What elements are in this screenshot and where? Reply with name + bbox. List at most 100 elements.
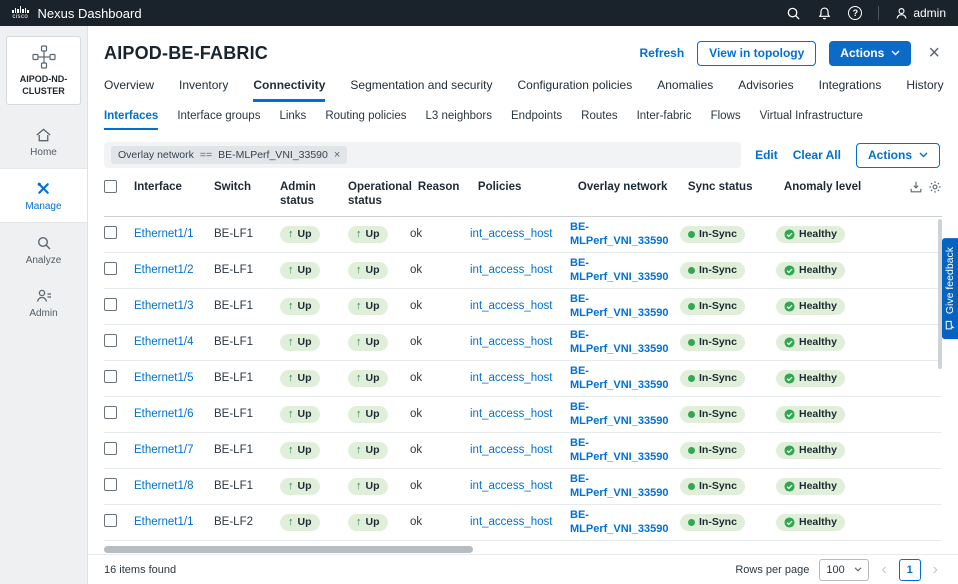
clear-all-link[interactable]: Clear All [793,148,841,162]
tab-inventory[interactable]: Inventory [179,78,228,102]
policy-link[interactable]: int_access_host [470,264,552,276]
subtab-l3-neighbors[interactable]: L3 neighbors [426,110,493,130]
tab-history[interactable]: History [906,78,943,102]
horizontal-scrollbar[interactable] [104,546,473,553]
interface-link[interactable]: Ethernet1/6 [134,408,193,420]
reason-cell: ok [410,264,470,276]
subtab-routing-policies[interactable]: Routing policies [325,110,406,130]
overlay-network-link[interactable]: BE-MLPerf_VNI_33590 [570,328,680,357]
page-number-button[interactable]: 1 [899,559,921,581]
give-feedback-button[interactable]: Give feedback [942,238,958,339]
column-header-anomaly-level[interactable]: Anomaly level [784,180,908,194]
filter-input[interactable]: Overlay network == BE-MLPerf_VNI_33590 × [104,142,741,168]
sidebar-item-home[interactable]: Home [0,115,87,168]
policy-link[interactable]: int_access_host [470,408,552,420]
notifications-bell-icon[interactable] [817,6,832,21]
column-header-reason[interactable]: Reason [418,180,478,194]
select-all-checkbox[interactable] [104,180,117,193]
policy-link[interactable]: int_access_host [470,372,552,384]
overlay-network-link[interactable]: BE-MLPerf_VNI_33590 [570,436,680,465]
policy-link[interactable]: int_access_host [470,444,552,456]
cluster-selector[interactable]: AIPOD-ND-CLUSTER [6,36,81,105]
overlay-network-link[interactable]: BE-MLPerf_VNI_33590 [570,508,680,537]
tab-integrations[interactable]: Integrations [819,78,882,102]
overlay-network-link[interactable]: BE-MLPerf_VNI_33590 [570,256,680,285]
edit-filter-link[interactable]: Edit [755,148,778,162]
subtab-inter-fabric[interactable]: Inter-fabric [637,110,692,130]
policy-link[interactable]: int_access_host [470,336,552,348]
column-header-sync-status[interactable]: Sync status [688,180,784,194]
row-checkbox[interactable] [104,226,117,239]
row-checkbox[interactable] [104,478,117,491]
overlay-network-link[interactable]: BE-MLPerf_VNI_33590 [570,364,680,393]
subtab-endpoints[interactable]: Endpoints [511,110,562,130]
subtab-routes[interactable]: Routes [581,110,617,130]
subtab-flows[interactable]: Flows [711,110,741,130]
overlay-network-link[interactable]: BE-MLPerf_VNI_33590 [570,220,680,249]
up-arrow-icon: ↑ [356,337,362,348]
tab-connectivity[interactable]: Connectivity [253,78,325,102]
column-header-operational-status[interactable]: Operational status [348,180,418,209]
interface-link[interactable]: Ethernet1/2 [134,264,193,276]
interface-link[interactable]: Ethernet1/4 [134,336,193,348]
interface-link[interactable]: Ethernet1/7 [134,444,193,456]
tab-advisories[interactable]: Advisories [738,78,793,102]
previous-page-button[interactable]: ‹ [879,562,888,578]
check-circle-icon [784,337,795,348]
user-menu[interactable]: admin [895,6,946,20]
row-checkbox[interactable] [104,298,117,311]
row-checkbox[interactable] [104,406,117,419]
up-arrow-icon: ↑ [356,373,362,384]
subtab-virtual-infrastructure[interactable]: Virtual Infrastructure [760,110,863,130]
column-header-interface[interactable]: Interface [134,180,214,194]
row-checkbox[interactable] [104,262,117,275]
overlay-network-link[interactable]: BE-MLPerf_VNI_33590 [570,472,680,501]
tab-configuration-policies[interactable]: Configuration policies [517,78,632,102]
column-header-policies[interactable]: Policies [478,180,578,194]
subtab-interface-groups[interactable]: Interface groups [177,110,260,130]
table-settings-gear-icon[interactable] [928,180,942,194]
overlay-network-link[interactable]: BE-MLPerf_VNI_33590 [570,400,680,429]
interface-link[interactable]: Ethernet1/5 [134,372,193,384]
policy-link[interactable]: int_access_host [470,516,552,528]
interface-link[interactable]: Ethernet1/1 [134,228,193,240]
interface-link[interactable]: Ethernet1/1 [134,516,193,528]
fabric-detail-panel: AIPOD-BE-FABRIC Refresh View in topology… [88,26,958,584]
export-icon[interactable] [909,180,923,194]
reason-cell: ok [410,444,470,456]
tab-overview[interactable]: Overview [104,78,154,102]
tab-anomalies[interactable]: Anomalies [657,78,713,102]
interface-link[interactable]: Ethernet1/8 [134,480,193,492]
table-actions-button[interactable]: Actions [856,143,940,168]
row-checkbox[interactable] [104,370,117,383]
policy-link[interactable]: int_access_host [470,228,552,240]
row-checkbox[interactable] [104,514,117,527]
row-checkbox[interactable] [104,334,117,347]
view-in-topology-button[interactable]: View in topology [697,41,816,66]
tab-segmentation-and-security[interactable]: Segmentation and security [350,78,492,102]
refresh-link[interactable]: Refresh [639,46,684,60]
search-icon[interactable] [786,6,801,21]
interface-link[interactable]: Ethernet1/3 [134,300,193,312]
policy-link[interactable]: int_access_host [470,300,552,312]
reason-cell: ok [410,300,470,312]
page-actions-button[interactable]: Actions [829,41,911,66]
rows-per-page-select[interactable]: 100 [819,559,869,581]
help-icon[interactable]: ? [848,6,862,20]
chip-remove-icon[interactable]: × [334,150,340,161]
overlay-network-link[interactable]: BE-MLPerf_VNI_33590 [570,292,680,321]
policy-link[interactable]: int_access_host [470,480,552,492]
subtab-links[interactable]: Links [279,110,306,130]
column-header-admin-status[interactable]: Admin status [280,180,348,209]
next-page-button[interactable]: › [931,562,940,578]
sidebar-item-manage[interactable]: Manage [0,168,87,223]
admin-status-badge: ↑Up [280,406,320,423]
row-checkbox[interactable] [104,442,117,455]
sidebar-item-analyze[interactable]: Analyze [0,223,87,276]
column-header-overlay-network[interactable]: Overlay network [578,180,688,194]
close-icon[interactable]: × [928,43,940,63]
subtab-interfaces[interactable]: Interfaces [104,110,158,130]
sidebar-item-admin[interactable]: Admin [0,276,87,329]
green-dot-icon [688,303,695,310]
column-header-switch[interactable]: Switch [214,180,280,194]
